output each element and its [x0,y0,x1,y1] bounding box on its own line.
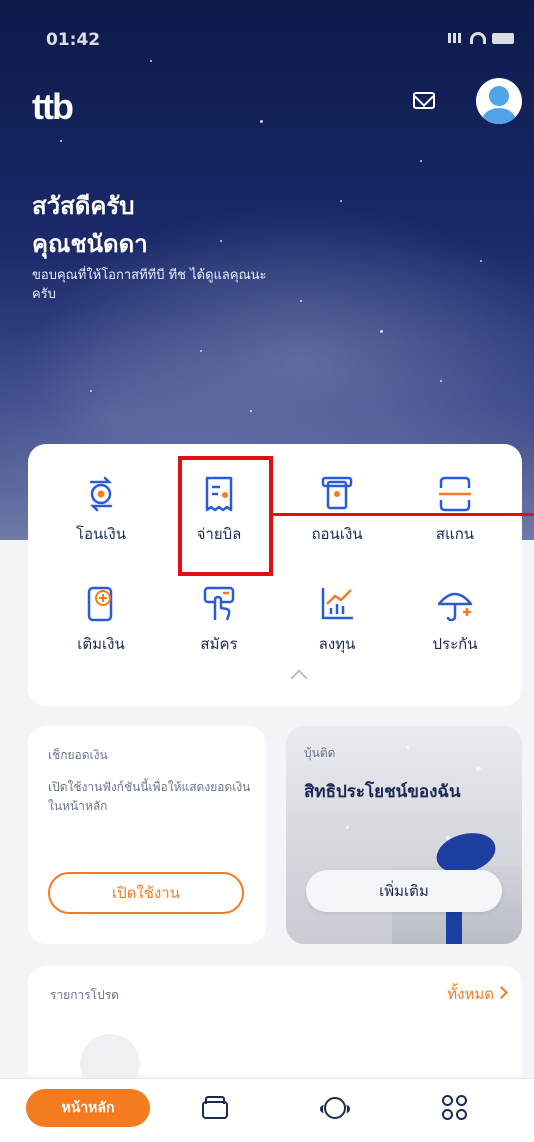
menu-topup[interactable]: เติมเงิน [46,578,156,678]
topup-icon [87,586,113,622]
wifi-icon [470,32,486,44]
menu-transfer[interactable]: โอนเงิน [46,468,156,568]
promo-card[interactable]: บุ้นติด สิทธิประโยชน์ของฉัน เพิ่มเติม [286,726,522,944]
battery-icon [492,32,514,44]
annotation-pointer-line [273,513,534,516]
profile-icon [489,86,509,106]
more-button[interactable]: เพิ่มเติม [306,870,502,912]
balance-title: เช็กยอดเงิน [48,748,108,762]
annotation-highlight-box [178,456,273,576]
status-time: 01:42 [46,30,101,50]
wallet-icon[interactable] [200,1093,230,1123]
promo-title: สิทธิประโยชน์ของฉัน [304,782,461,802]
menu-grid-icon[interactable] [440,1093,470,1123]
menu-topup-label: เติมเงิน [77,635,125,653]
chevron-right-icon[interactable] [495,986,508,999]
menu-withdraw[interactable]: ถอนเงิน [282,468,392,568]
profile-avatar[interactable] [476,78,522,124]
promo-tag: บุ้นติด [304,746,336,760]
greeting-subtitle: ขอบคุณที่ให้โอกาสทีทีบี ทีช ได้ดูแลคุณนะ… [32,268,267,302]
menu-invest[interactable]: ลงทุน [282,578,392,678]
favorites-card: รายการโปรด ทั้งหมด [28,966,522,1094]
withdraw-icon [321,476,353,510]
insurance-icon [437,592,473,622]
menu-insurance[interactable]: ประกัน [400,578,510,678]
apply-icon [203,586,235,621]
invest-icon [321,588,353,620]
favorites-title: รายการโปรด [50,988,119,1002]
menu-withdraw-label: ถอนเงิน [311,525,363,543]
ttb-logo: ttb [32,86,74,127]
support-icon[interactable] [320,1093,350,1123]
balance-card: เช็กยอดเงิน เปิดใช้งานฟังก์ชันนี้เพื่อให… [28,726,266,944]
status-bar: 01:42 [0,20,534,60]
nav-home-button[interactable]: หน้าหลัก [26,1089,150,1127]
enable-balance-button[interactable]: เปิดใช้งาน [48,872,244,914]
favorites-see-all[interactable]: ทั้งหมด [447,982,494,1006]
menu-transfer-label: โอนเงิน [75,525,127,543]
status-icons [448,32,514,44]
quick-menu-card: โอนเงิน จ่ายบิล ถอนเงิน สแกน เติมเงิน สม… [28,444,522,706]
transfer-icon [89,476,113,512]
scan-icon [439,476,471,512]
menu-insurance-label: ประกัน [432,635,478,653]
menu-apply[interactable]: สมัคร [164,578,274,678]
menu-invest-label: ลงทุน [318,635,356,653]
greeting-name: คุณชนัดดา [32,230,148,258]
menu-scan-label: สแกน [435,525,475,543]
bottom-nav: หน้าหลัก [0,1078,534,1142]
menu-scan[interactable]: สแกน [400,468,510,568]
signal-icon [448,33,464,43]
mail-icon[interactable] [413,92,435,109]
menu-apply-label: สมัคร [200,635,238,653]
balance-description: เปิดใช้งานฟังก์ชันนี้เพื่อให้แสดงยอดเงิน… [48,780,251,813]
profile-icon-body [482,108,516,124]
greeting-line1: สวัสดีครับ [32,192,135,220]
